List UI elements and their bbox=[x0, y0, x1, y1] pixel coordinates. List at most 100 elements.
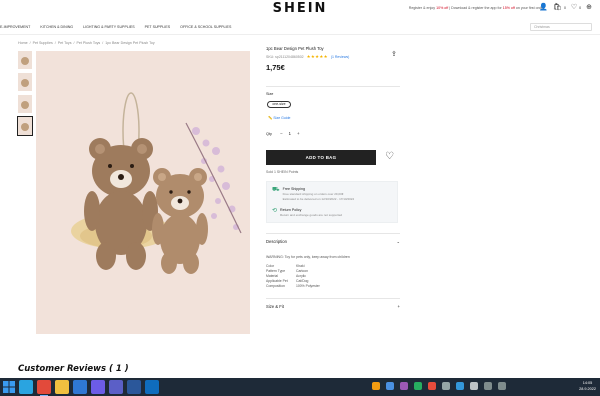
size-option-one-size[interactable]: one-size bbox=[267, 101, 291, 108]
breadcrumb-pet-supplies[interactable]: Pet Supplies bbox=[33, 41, 53, 45]
nav-item-lighting[interactable]: LIGHTING & PARTY SUPPLIES bbox=[83, 25, 135, 29]
truck-icon: ⛟ bbox=[272, 187, 280, 193]
tray-app-icon[interactable] bbox=[470, 382, 478, 390]
tray-app-icon[interactable] bbox=[414, 382, 422, 390]
qty-value[interactable]: 1 bbox=[289, 131, 291, 136]
heart-icon[interactable]: ♡ bbox=[571, 4, 577, 12]
size-fit-title: Size & Fit bbox=[266, 304, 284, 309]
product-info: 1pc Bear Design Pet Plush Toy SKU: sp211… bbox=[266, 46, 398, 72]
thumbnail-2[interactable] bbox=[18, 73, 32, 91]
tray-app-icon[interactable] bbox=[428, 382, 436, 390]
sku-rating-row: SKU: sp2111204860502 ★★★★★ (1 Reviews) bbox=[266, 54, 398, 60]
chevron-down-icon: ⌄ bbox=[396, 239, 400, 244]
rating-stars: ★★★★★ bbox=[306, 54, 328, 59]
shipping-estimate: Estimated to be delivered on 12/10/2022 … bbox=[282, 197, 355, 201]
taskbar-clock[interactable]: 14:05 28.9.2022 bbox=[579, 381, 596, 392]
qty-plus-button[interactable]: + bbox=[297, 131, 300, 136]
reviews-link[interactable]: (1 Reviews) bbox=[331, 55, 349, 59]
site-header: SHEIN Register & enjoy 10% off | Downloa… bbox=[0, 0, 600, 18]
windows-taskbar: 14:05 28.9.2022 bbox=[0, 378, 600, 396]
description-title: Description bbox=[266, 239, 287, 244]
points-text: Sold 1 SHEIN Points bbox=[266, 170, 299, 174]
wishlist-count: 0 bbox=[579, 6, 582, 10]
cart-icon[interactable]: 🛍 bbox=[553, 4, 562, 12]
user-icon[interactable]: 👤 bbox=[539, 4, 548, 12]
promo-highlight-2: 15% off bbox=[502, 6, 515, 10]
attribute-row: Composition 100% Polyester bbox=[266, 284, 320, 288]
customer-reviews-heading: Customer Reviews ( 1 ) bbox=[18, 364, 129, 374]
shipping-info-box: ⛟ Free Shipping Free standard shipping o… bbox=[266, 181, 398, 223]
qty-minus-button[interactable]: − bbox=[280, 131, 283, 136]
size-guide-label: Size Guide bbox=[273, 116, 291, 120]
thumbnail-4[interactable] bbox=[17, 116, 33, 136]
category-nav: E-IMPROVEMENT KITCHEN & DINING LIGHTING … bbox=[0, 19, 600, 35]
size-guide-link[interactable]: 📏 Size Guide bbox=[268, 116, 290, 120]
system-tray bbox=[372, 382, 506, 390]
search-input[interactable]: Christmas bbox=[530, 23, 592, 31]
thumbnail-3[interactable] bbox=[18, 95, 32, 113]
add-to-bag-button[interactable]: ADD TO BAG bbox=[266, 150, 376, 165]
wishlist-heart-icon[interactable]: ♡ bbox=[385, 152, 394, 162]
divider bbox=[266, 86, 400, 87]
taskbar-word-icon[interactable] bbox=[127, 380, 141, 394]
promo-text-mid: | Download & register the app for bbox=[448, 6, 503, 10]
cart-count: 0 bbox=[563, 6, 566, 10]
return-icon: ⟲ bbox=[272, 208, 278, 214]
product-title: 1pc Bear Design Pet Plush Toy bbox=[266, 46, 324, 51]
product-sku: SKU: sp2111204860502 bbox=[266, 55, 304, 59]
thumbnail-list bbox=[17, 51, 33, 139]
breadcrumb-sep: / bbox=[73, 41, 75, 45]
breadcrumb-home[interactable]: Home bbox=[18, 41, 28, 45]
qty-label: Qty bbox=[266, 132, 272, 136]
shipping-row[interactable]: ⛟ Free Shipping Free standard shipping o… bbox=[272, 187, 354, 201]
size-fit-header[interactable]: Size & Fit + bbox=[266, 304, 400, 309]
plus-icon: + bbox=[397, 304, 400, 309]
description-lead: WARNING: Toy for pets only, keep away fr… bbox=[266, 255, 350, 259]
volume-icon[interactable] bbox=[498, 382, 506, 390]
breadcrumb-pet-toys[interactable]: Pet Toys bbox=[58, 41, 72, 45]
tray-app-icon[interactable] bbox=[386, 382, 394, 390]
thumbnail-1[interactable] bbox=[18, 51, 32, 69]
wifi-icon[interactable] bbox=[484, 382, 492, 390]
breadcrumb-plush-toys[interactable]: Pet Plush Toys bbox=[77, 41, 101, 45]
shipping-subtitle: Free standard shipping on orders over 29… bbox=[282, 192, 344, 196]
taskbar-explorer-icon[interactable] bbox=[55, 380, 69, 394]
header-icons: 👤 🛍 0 ♡ 0 ⊕ bbox=[539, 4, 592, 12]
shipping-title: Free Shipping bbox=[282, 187, 305, 191]
taskbar-teams-icon[interactable] bbox=[109, 380, 123, 394]
promo-banner[interactable]: Register & enjoy 10% off | Download & re… bbox=[409, 6, 544, 10]
tray-app-icon[interactable] bbox=[372, 382, 380, 390]
taskbar-mail-icon[interactable] bbox=[73, 380, 87, 394]
tray-app-icon[interactable] bbox=[456, 382, 464, 390]
promo-text-pre: Register & enjoy bbox=[408, 6, 437, 10]
teddy-bears-photo bbox=[36, 51, 250, 334]
attribute-list: Color Khaki Pattern Type Cartoon Material A… bbox=[266, 264, 320, 289]
nav-item-home-improvement[interactable]: E-IMPROVEMENT bbox=[0, 25, 30, 29]
taskbar-outlook-icon[interactable] bbox=[145, 380, 159, 394]
taskbar-apps bbox=[19, 380, 159, 396]
return-row[interactable]: ⟲ Return Policy Return and exchange good… bbox=[272, 208, 342, 217]
description-header[interactable]: Description ⌄ bbox=[266, 239, 400, 244]
nav-item-pet-supplies[interactable]: PET SUPPLIES bbox=[145, 25, 171, 29]
product-main-image[interactable] bbox=[36, 51, 250, 334]
nav-item-office[interactable]: OFFICE & SCHOOL SUPPLIES bbox=[180, 25, 231, 29]
divider bbox=[266, 233, 400, 234]
clock-date: 28.9.2022 bbox=[579, 386, 596, 391]
share-icon[interactable]: ⇪ bbox=[391, 50, 397, 58]
tray-app-icon[interactable] bbox=[400, 382, 408, 390]
windows-start-icon[interactable] bbox=[3, 381, 15, 393]
breadcrumb-sep: / bbox=[54, 41, 56, 45]
size-label: Size bbox=[266, 92, 274, 96]
taskbar-chrome-icon[interactable] bbox=[37, 380, 51, 396]
taskbar-edge-icon[interactable] bbox=[19, 380, 33, 394]
nav-item-kitchen[interactable]: KITCHEN & DINING bbox=[40, 25, 73, 29]
nav-items: E-IMPROVEMENT KITCHEN & DINING LIGHTING … bbox=[0, 25, 231, 29]
breadcrumb-sep: / bbox=[29, 41, 31, 45]
taskbar-store-icon[interactable] bbox=[91, 380, 105, 394]
breadcrumb-current: 1pc Bear Design Pet Plush Toy bbox=[105, 41, 155, 45]
globe-icon[interactable]: ⊕ bbox=[586, 4, 592, 12]
tray-app-icon[interactable] bbox=[442, 382, 450, 390]
quantity-stepper: − 1 + bbox=[280, 131, 300, 136]
breadcrumb-sep: / bbox=[102, 41, 104, 45]
divider bbox=[266, 298, 400, 299]
